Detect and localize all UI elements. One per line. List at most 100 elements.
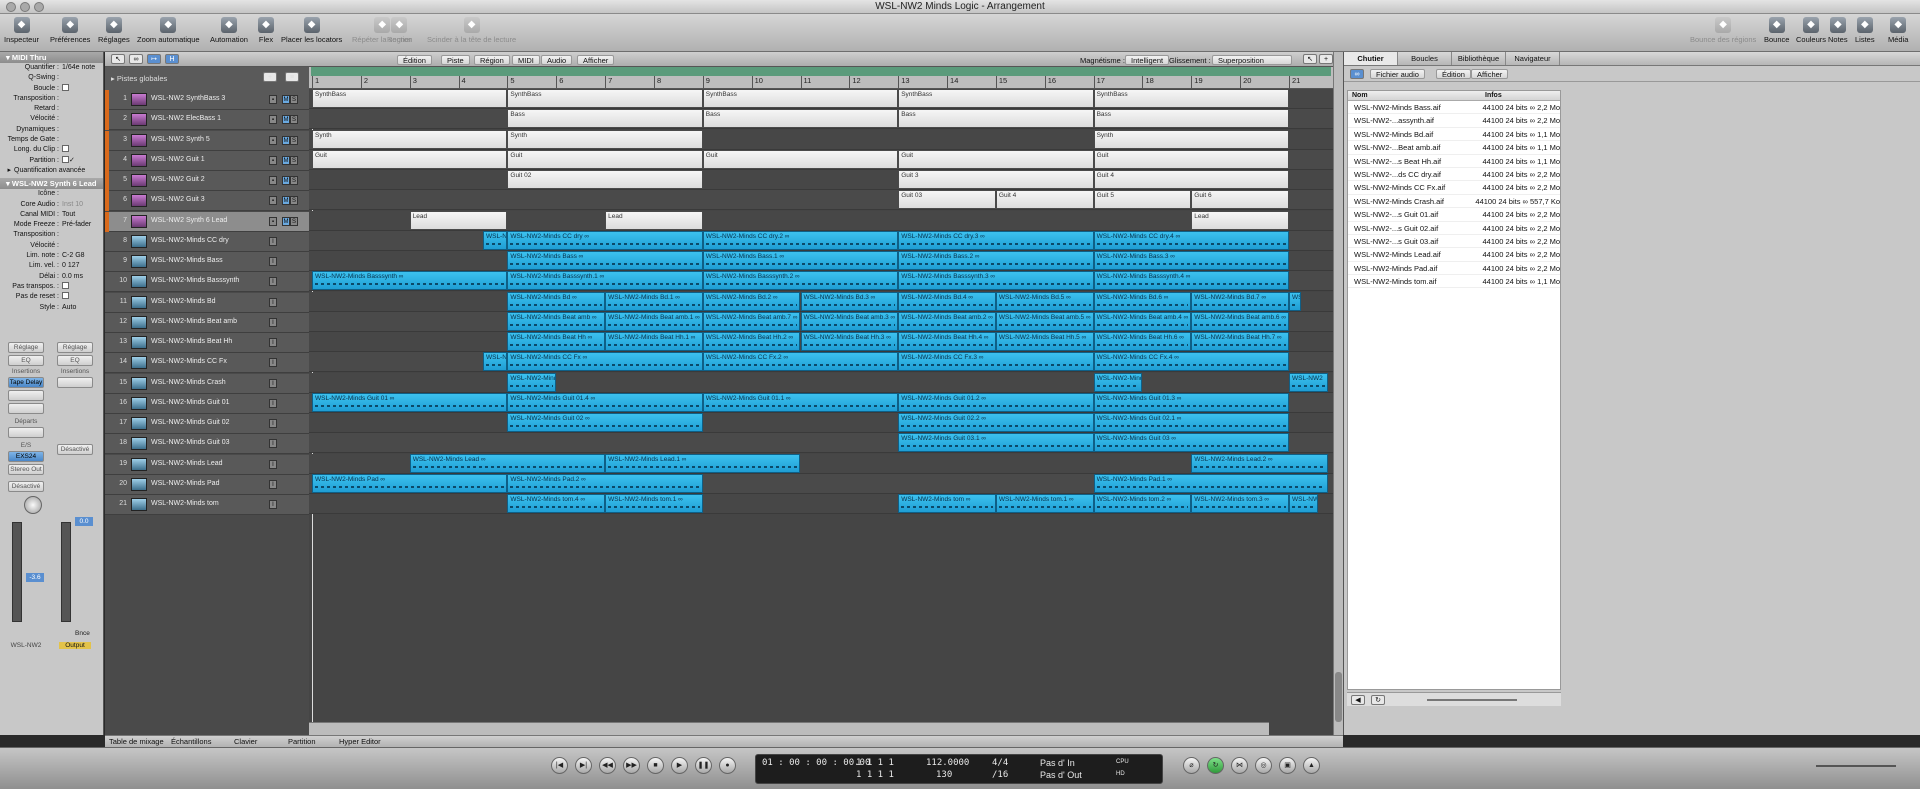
audio-region[interactable]: WSL-N — [482, 230, 508, 250]
audio-region[interactable]: WSL-NW2-Minds Beat Hh ∞ — [507, 332, 606, 351]
midi-region[interactable]: Synth — [507, 129, 703, 149]
metronome-icon[interactable]: ▲ — [1303, 757, 1320, 774]
mute-button[interactable]: ▪ — [269, 196, 277, 206]
audio-region[interactable]: WSL-NW2-Minds Pad ∞ — [312, 473, 508, 493]
audio-file-row[interactable]: WSL-NW2-Minds Lead.aif 44100 24 bits ∞ 2,… — [1348, 248, 1560, 262]
toolbar-media-button[interactable]: ◆ Média — [1888, 17, 1908, 44]
mute-button[interactable]: I — [269, 236, 277, 246]
track-name[interactable]: WSL-NW2-Minds Guit 02 — [151, 419, 230, 426]
track-name[interactable]: WSL-NW2-Minds tom — [151, 500, 219, 507]
track-header[interactable]: 6 WSL-NW2 Guit 3 ▪ M S — [105, 191, 309, 212]
checkbox[interactable] — [62, 292, 69, 300]
midi-button[interactable]: M — [282, 135, 290, 145]
insert-slot-out[interactable] — [57, 377, 93, 388]
audio-file-row[interactable]: WSL-NW2-Minds tom.aif 44100 24 bits ∞ 1,1… — [1348, 275, 1560, 289]
lcd-smpte[interactable]: 01 : 00 : 00 : 00.00 — [762, 758, 870, 768]
midi-region[interactable]: Synth — [312, 129, 508, 149]
link-icon-browser[interactable]: ∞ — [1350, 69, 1364, 79]
checkbox[interactable] — [62, 83, 69, 91]
audio-region[interactable]: WSL-NW2-Minds CC Fx.3 ∞ — [898, 352, 1094, 372]
audio-file-row[interactable]: WSL-NW2-...s Guit 02.aif 44100 24 bits ∞ … — [1348, 222, 1560, 235]
go-start-icon[interactable]: |◀ — [551, 757, 568, 774]
midi-region[interactable]: SynthBass — [312, 89, 508, 108]
audio-region[interactable]: WSL-NW2-Minds Basssynth ∞ — [312, 271, 508, 291]
add-track-icon[interactable]: + — [263, 72, 277, 82]
toolbar-notes-button[interactable]: ◆ Notes — [1828, 17, 1848, 44]
arrange-menu-1[interactable]: Piste — [441, 55, 470, 65]
audio-region[interactable]: WSL-NW2-Minds Beat amb.3 ∞ — [800, 311, 899, 331]
track-name[interactable]: WSL-NW2-Minds Crash — [151, 379, 226, 386]
audio-region[interactable]: WSL-NW2-Minds Bd.5 ∞ — [995, 291, 1094, 311]
audio-region[interactable]: WSL-NW2-Minds Bass.2 ∞ — [898, 251, 1094, 270]
track-params-header[interactable]: ▾ WSL-NW2 Synth 6 Lead — [0, 178, 103, 190]
editor-tab-1[interactable]: Échantillons — [171, 737, 211, 746]
param-value[interactable] — [62, 114, 103, 124]
track-header[interactable]: 12 WSL-NW2-Minds Beat amb I — [105, 312, 309, 333]
record-icon[interactable]: ● — [719, 757, 736, 774]
toolbar-locators-button[interactable]: ◆ Placer les locators — [281, 17, 342, 44]
toolbar-split-button[interactable]: ◆ Scinder à la tête de lecture — [427, 17, 516, 44]
drag-menu[interactable]: Superposition — [1212, 55, 1292, 65]
hide-icon[interactable]: H — [165, 54, 179, 64]
param-row[interactable]: Mode Freeze : Pré-fader — [0, 220, 103, 230]
solo-button[interactable]: S — [290, 115, 298, 125]
eq-button[interactable]: EQ — [8, 355, 44, 366]
audio-region[interactable]: WSL-NW2-Minds Bd.2 ∞ — [702, 291, 801, 311]
midi-region[interactable]: Guit — [312, 149, 508, 169]
param-value[interactable] — [69, 282, 103, 292]
toolbar-automation-button[interactable]: ◆ Automation — [210, 17, 248, 44]
audio-region[interactable]: WSL-NW2-Minds Basssynth.2 ∞ — [702, 271, 899, 291]
midi-region[interactable]: Lead — [409, 210, 508, 230]
audio-region[interactable]: WSL-NW2-Minds Beat Hh.2 ∞ — [702, 332, 801, 351]
param-value[interactable] — [62, 241, 103, 251]
audio-file-row[interactable]: WSL-NW2-...s Beat Hh.aif 44100 24 bits ∞ … — [1348, 155, 1560, 168]
track-header[interactable]: 11 WSL-NW2-Minds Bd I — [105, 292, 309, 313]
track-header[interactable]: 21 WSL-NW2-Minds tom I — [105, 495, 309, 515]
cycle-area[interactable] — [311, 67, 1331, 76]
browser-tab-2[interactable]: Bibliothèque — [1452, 52, 1506, 65]
audio-region[interactable]: WSL-NW2-Minds Beat amb.5 ∞ — [995, 311, 1094, 331]
solo-button[interactable]: S — [290, 176, 298, 185]
lcd-division[interactable]: /16 — [992, 770, 1008, 780]
output-slot[interactable]: Stereo Out — [8, 464, 44, 475]
audio-region[interactable]: WSL-NW2-Minds Guit 03.1 ∞ — [898, 433, 1094, 453]
param-value[interactable] — [69, 145, 103, 155]
link-icon[interactable]: ∞ — [129, 54, 143, 64]
param-row[interactable]: Partition : ✓ — [0, 155, 103, 166]
editor-tab-3[interactable]: Partition — [288, 737, 316, 746]
catch-icon[interactable]: ↦ — [147, 54, 161, 64]
audio-region[interactable]: WSL-NW2-Minds CC Fx.2 ∞ — [702, 352, 899, 372]
mute-button[interactable]: I — [269, 378, 277, 388]
toolbar-colors-button[interactable]: ◆ Couleurs — [1796, 17, 1826, 44]
audio-file-row[interactable]: WSL-NW2-Minds Bass.aif 44100 24 bits ∞ 2,… — [1348, 101, 1560, 115]
midi-button[interactable]: M — [282, 196, 290, 206]
toolbar-lists-button[interactable]: ◆ Listes — [1855, 17, 1875, 44]
preview-volume-slider[interactable] — [1427, 699, 1517, 701]
arrange-menu-4[interactable]: Audio — [541, 55, 573, 65]
mute-button[interactable]: ▪ — [269, 216, 277, 226]
checkbox[interactable] — [62, 281, 69, 289]
param-row[interactable]: Dynamiques : — [0, 125, 103, 135]
param-row[interactable]: Q-Swing : — [0, 73, 103, 83]
midi-region[interactable]: Lead — [1191, 210, 1289, 230]
col-name[interactable]: Nom — [1348, 91, 1485, 100]
param-value[interactable]: 0.0 ms — [62, 272, 103, 282]
param-value[interactable] — [62, 73, 103, 83]
audio-region[interactable]: WSL-NW2 — [1289, 372, 1329, 392]
track-name[interactable]: WSL-NW2 Synth 6 Lead — [151, 217, 227, 224]
midi-region[interactable]: Guit — [1093, 149, 1289, 169]
col-info[interactable]: Infos — [1485, 91, 1502, 100]
insert-slot-3[interactable] — [8, 403, 44, 414]
param-value[interactable] — [62, 125, 103, 135]
audio-region[interactable]: WSL-NW2-Minds tom.2 ∞ — [1093, 494, 1192, 513]
solo-button[interactable]: S — [290, 196, 298, 206]
midi-region[interactable]: Guit — [507, 149, 703, 169]
solo-icon[interactable]: ◎ — [1255, 757, 1272, 774]
mute-button[interactable]: I — [269, 398, 277, 408]
audio-region[interactable]: WSL-NW2-Minds Beat Hh.5 ∞ — [995, 332, 1094, 351]
param-value[interactable] — [62, 230, 103, 240]
track-name[interactable]: WSL-NW2 SynthBass 3 — [151, 95, 225, 102]
track-name[interactable]: WSL-NW2-Minds Guit 03 — [151, 439, 230, 446]
cycle-icon[interactable]: ↻ — [1207, 757, 1224, 774]
track-name[interactable]: WSL-NW2 Guit 2 — [151, 176, 205, 183]
